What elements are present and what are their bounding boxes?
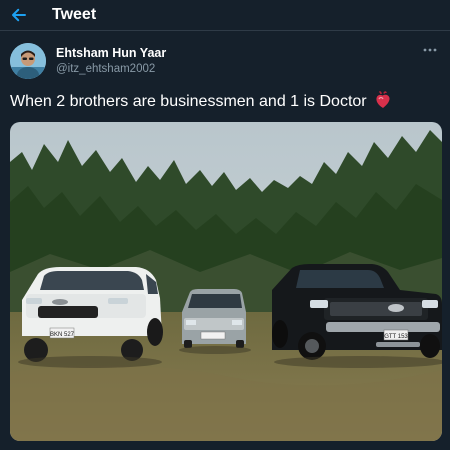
tweet-body: When 2 brothers are businessmen and 1 is…	[10, 93, 367, 110]
small-hatchback	[182, 289, 246, 348]
plate-left: BKN 527	[50, 332, 75, 338]
author-handle[interactable]: @itz_ehtsham2002	[56, 61, 166, 77]
page-title: Tweet	[52, 6, 97, 23]
tweet-photo[interactable]: BKN 527 GTT 153	[10, 122, 442, 441]
anatomical-heart-icon	[376, 91, 390, 108]
tweet-text: When 2 brothers are businessmen and 1 is…	[10, 91, 440, 111]
tweet-author: Ehtsham Hun Yaar @itz_ehtsham2002	[10, 41, 440, 81]
more-icon	[423, 48, 437, 52]
avatar[interactable]	[10, 43, 46, 79]
app-header: Tweet	[0, 0, 450, 31]
more-options-button[interactable]	[420, 41, 440, 59]
back-button[interactable]	[8, 4, 30, 26]
plate-right: GTT 153	[384, 334, 408, 340]
arrow-left-icon	[12, 8, 26, 22]
author-name[interactable]: Ehtsham Hun Yaar	[56, 45, 166, 61]
